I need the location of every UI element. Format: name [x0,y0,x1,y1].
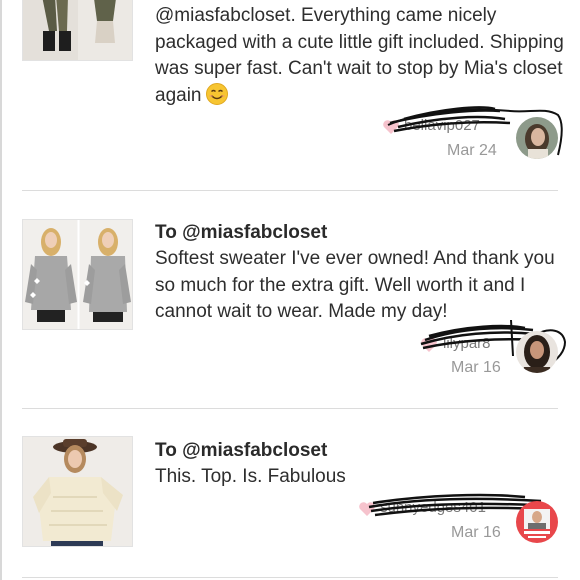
heart-icon[interactable] [382,119,400,135]
reviewer-username[interactable]: bellavip027 [404,117,480,134]
heart-icon[interactable] [358,501,376,517]
product-thumbnail[interactable] [22,219,133,330]
review-date: Mar 16 [451,524,501,541]
reviewer-username[interactable]: lilypar8 [443,335,491,352]
review-text: @miasfabcloset. Everything came nicely p… [155,3,575,109]
review-date: Mar 16 [451,359,501,376]
review-text: Softest sweater I've ever owned! And tha… [155,248,555,322]
divider [22,577,558,578]
smiling-face-emoji [205,82,228,105]
review-card: To @miasfabcloset Softest sweater I've e… [0,191,580,408]
review-recipient: To @miasfabcloset [155,222,328,243]
review-recipient: To @miasfabcloset [155,440,328,461]
reviewer-avatar[interactable] [516,501,558,543]
review-card: @miasfabcloset. Everything came nicely p… [0,0,580,190]
reviewer-avatar[interactable] [516,331,558,373]
product-thumbnail[interactable] [22,436,133,547]
review-text: This. Top. Is. Fabulous [155,466,346,487]
review-date: Mar 24 [447,142,497,159]
reviewer-username[interactable]: sunnyedges401 [380,499,486,516]
heart-icon[interactable] [420,337,438,353]
product-thumbnail[interactable] [22,0,133,61]
reviewer-avatar[interactable] [516,117,558,159]
review-card: To @miasfabcloset This. Top. Is. Fabulou… [0,409,580,579]
